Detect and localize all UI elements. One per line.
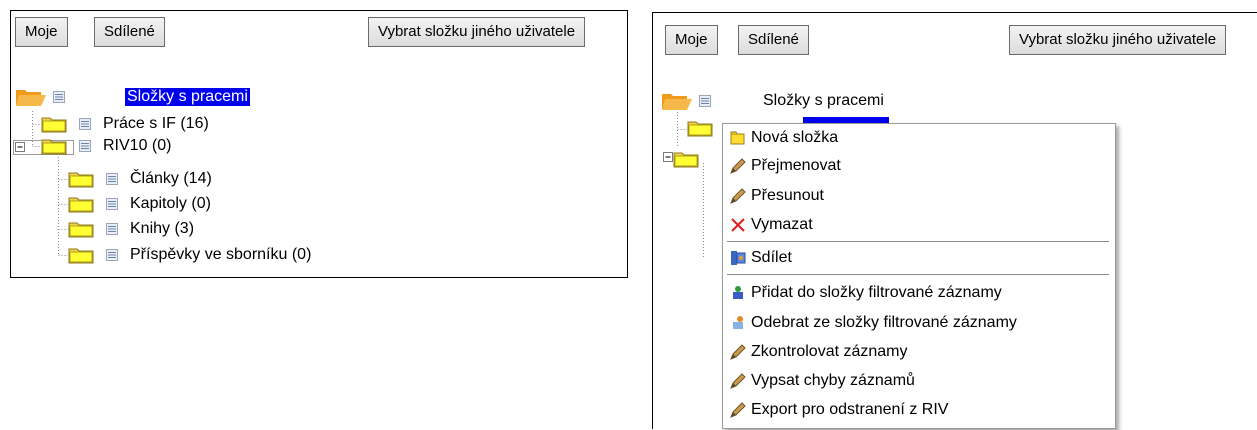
- pencil-icon: [729, 187, 747, 205]
- tree-node-prispevky[interactable]: Příspěvky ve sborníku (0): [68, 244, 311, 266]
- tree-root-label[interactable]: Složky s pracemi: [125, 88, 250, 106]
- menu-item-check-records[interactable]: Zkontrolovat záznamy: [729, 339, 908, 365]
- document-icon: [79, 140, 91, 152]
- menu-item-label: Přejmenovat: [751, 157, 841, 174]
- tree-node-knihy[interactable]: Knihy (3): [68, 218, 194, 240]
- tree-root-label[interactable]: Složky s pracemi: [763, 92, 884, 110]
- pencil-icon: [729, 157, 747, 175]
- pencil-icon: [729, 343, 747, 361]
- tree-node-kapitoly[interactable]: Kapitoly (0): [68, 193, 211, 215]
- tree-node-clanky[interactable]: Články (14): [68, 168, 212, 190]
- folder-icon: [68, 195, 98, 213]
- tree-node-label: Příspěvky ve sborníku (0): [130, 246, 312, 263]
- tree-node-label: RIV10 (0): [103, 137, 172, 154]
- add-records-icon: [729, 284, 747, 302]
- open-folder-icon: [15, 88, 46, 106]
- menu-item-export-for-riv-removal[interactable]: Export pro odstranení z RIV: [729, 397, 948, 423]
- red-x-icon: [729, 216, 747, 234]
- menu-item-label: Odebrat ze složky filtrované záznamy: [751, 314, 1017, 331]
- share-icon: [729, 249, 747, 267]
- menu-item-label: Přidat do složky filtrované záznamy: [751, 284, 1002, 301]
- document-icon: [79, 118, 91, 130]
- menu-item-label: Zkontrolovat záznamy: [751, 343, 908, 360]
- menu-item-add-filtered-records[interactable]: Přidat do složky filtrované záznamy: [729, 280, 1002, 306]
- tree-root-node[interactable]: Složky s pracemi: [661, 90, 884, 112]
- document-icon: [53, 91, 65, 103]
- folder-context-menu: Nová složka Přejmenovat Přesunout Vymaza…: [722, 123, 1116, 429]
- menu-item-label: Nová složka: [751, 129, 839, 146]
- document-icon: [106, 198, 118, 210]
- document-icon: [106, 173, 118, 185]
- menu-item-label: Vypsat chyby záznamů: [751, 372, 915, 389]
- menu-item-move[interactable]: Přesunout: [729, 183, 824, 209]
- folder-icon: [729, 129, 747, 147]
- menu-item-label: Vymazat: [751, 216, 813, 233]
- menu-item-label: Export pro odstranení z RIV: [751, 401, 949, 418]
- folder-icon: [687, 119, 717, 137]
- tree-node-riv10[interactable]: [667, 148, 703, 170]
- tree-root-node[interactable]: Složky s pracemi: [15, 86, 250, 108]
- menu-item-label: Sdílet: [751, 249, 792, 266]
- pencil-icon: [729, 372, 747, 390]
- folder-icon: [68, 170, 98, 188]
- tree-node-prace-s-if[interactable]: Práce s IF (16): [41, 113, 209, 135]
- tree-node-riv10[interactable]: RIV10 (0): [41, 135, 171, 157]
- remove-records-icon: [729, 314, 747, 332]
- tree-node-label: Práce s IF (16): [103, 115, 209, 132]
- tree-node-prace-s-if[interactable]: [687, 117, 717, 139]
- menu-item-share[interactable]: Sdílet: [729, 245, 792, 271]
- tree-node-label: Kapitoly (0): [130, 195, 211, 212]
- menu-item-label: Přesunout: [751, 187, 824, 204]
- menu-item-delete[interactable]: Vymazat: [729, 212, 813, 238]
- document-icon: [699, 95, 711, 107]
- menu-separator: [727, 241, 1109, 242]
- folder-icon: [68, 246, 98, 264]
- folder-icon: [68, 220, 98, 238]
- menu-item-rename[interactable]: Přejmenovat: [729, 153, 841, 179]
- left-folder-panel: Moje Sdílené Vybrat složku jiného uživat…: [10, 10, 628, 278]
- menu-item-remove-filtered-records[interactable]: Odebrat ze složky filtrované záznamy: [729, 310, 1017, 336]
- folder-icon: [41, 115, 71, 133]
- menu-item-new-folder[interactable]: Nová složka: [729, 125, 838, 151]
- tree-node-label: Knihy (3): [130, 220, 195, 237]
- open-folder-icon: [41, 137, 71, 155]
- document-icon: [106, 249, 118, 261]
- pencil-icon: [729, 401, 747, 419]
- document-icon: [106, 223, 118, 235]
- folder-icon: [673, 150, 703, 168]
- tree-node-label: Články (14): [130, 170, 212, 187]
- menu-item-list-record-errors[interactable]: Vypsat chyby záznamů: [729, 368, 915, 394]
- menu-separator: [727, 274, 1109, 275]
- open-folder-icon: [661, 92, 692, 110]
